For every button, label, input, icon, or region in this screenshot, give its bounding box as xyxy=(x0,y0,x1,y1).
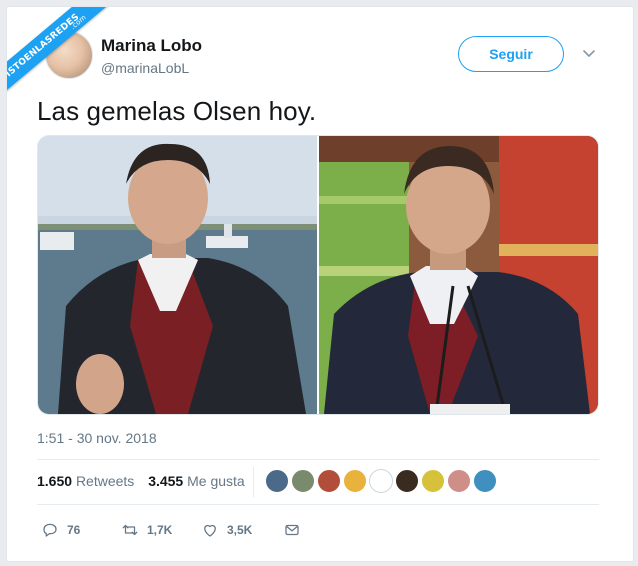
liker-avatar[interactable] xyxy=(317,469,341,493)
reply-count: 76 xyxy=(67,523,81,537)
likes-label: Me gusta xyxy=(187,473,245,489)
liker-avatar[interactable] xyxy=(291,469,315,493)
liker-avatar[interactable] xyxy=(265,469,289,493)
direct-message-button[interactable] xyxy=(283,521,301,539)
liker-avatar[interactable] xyxy=(343,469,367,493)
retweets-stat[interactable]: 1.650 Retweets xyxy=(37,473,134,489)
reply-icon xyxy=(43,523,57,537)
retweets-label: Retweets xyxy=(75,473,135,489)
likes-stat[interactable]: 3.455 Me gusta xyxy=(148,473,245,489)
liker-avatar[interactable] xyxy=(369,469,393,493)
reply-button[interactable]: 76 xyxy=(41,521,80,539)
author-handle[interactable]: @marinaLobL xyxy=(101,60,189,76)
divider xyxy=(37,504,599,505)
chevron-down-icon[interactable] xyxy=(581,45,597,61)
stats-divider xyxy=(253,467,254,497)
liker-avatar[interactable] xyxy=(473,469,497,493)
retweet-icon xyxy=(122,524,138,536)
tweet-media-photo[interactable] xyxy=(37,135,599,415)
retweets-count: 1.650 xyxy=(37,473,73,489)
envelope-icon xyxy=(285,524,299,536)
like-count: 3,5K xyxy=(227,523,253,537)
divider xyxy=(37,459,599,460)
tweet-stats: 1.650 Retweets 3.455 Me gusta xyxy=(37,473,255,489)
follow-button[interactable]: Seguir xyxy=(458,36,564,72)
photo-collage xyxy=(38,136,598,414)
tweet-card: VISTOENLASREDES .com Marina Lobo @marina… xyxy=(6,6,634,562)
author-name[interactable]: Marina Lobo xyxy=(101,36,202,56)
liker-avatar[interactable] xyxy=(447,469,471,493)
liker-avatar[interactable] xyxy=(395,469,419,493)
liker-avatar[interactable] xyxy=(421,469,445,493)
likes-count: 3.455 xyxy=(148,473,184,489)
heart-icon xyxy=(204,524,216,537)
retweet-count: 1,7K xyxy=(147,523,173,537)
like-button[interactable]: 3,5K xyxy=(201,521,252,539)
retweet-button[interactable]: 1,7K xyxy=(121,521,172,539)
tweet-timestamp[interactable]: 1:51 - 30 nov. 2018 xyxy=(37,430,157,446)
tweet-text: Las gemelas Olsen hoy. xyxy=(37,96,317,126)
